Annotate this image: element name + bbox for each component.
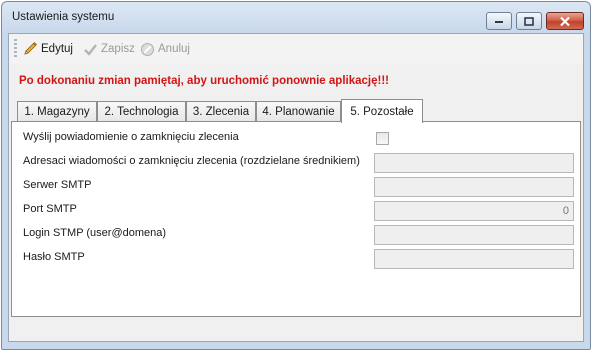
save-button[interactable]: Zapisz xyxy=(83,40,135,58)
smtp-login-label: Login STMP (user@domena) xyxy=(23,227,167,239)
maximize-button[interactable] xyxy=(516,12,542,30)
checkmark-icon xyxy=(84,43,97,56)
cancel-icon xyxy=(141,42,154,56)
cancel-label: Anuluj xyxy=(158,43,190,55)
recipients-label: Adresaci wiadomości o zamknięciu zleceni… xyxy=(23,155,360,167)
smtp-password-field[interactable] xyxy=(374,249,574,269)
cancel-button[interactable]: Anuluj xyxy=(140,40,190,58)
tab-magazyny[interactable]: 1. Magazyny xyxy=(17,101,97,122)
smtp-login-field[interactable] xyxy=(374,225,574,245)
recipients-field[interactable] xyxy=(374,153,574,173)
edit-button[interactable]: Edytuj xyxy=(22,40,73,58)
edit-label: Edytuj xyxy=(41,43,73,55)
smtp-server-field[interactable] xyxy=(374,177,574,197)
toolbar-grip[interactable] xyxy=(14,39,17,57)
toolbar: Edytuj Zapisz Anuluj xyxy=(9,34,583,64)
notify-checkbox[interactable] xyxy=(376,132,389,145)
title-bar[interactable]: Ustawienia systemu xyxy=(2,2,590,32)
restart-warning: Po dokonaniu zmian pamiętaj, aby uruchom… xyxy=(19,75,389,87)
smtp-port-field[interactable]: 0 xyxy=(374,201,574,221)
tab-planowanie[interactable]: 4. Planowanie xyxy=(256,101,341,122)
settings-window: Ustawienia systemu Edytuj Zapisz Anuluj … xyxy=(1,1,591,350)
pencil-icon xyxy=(24,42,37,55)
close-icon xyxy=(560,16,570,26)
notify-label: Wyślij powiadomienie o zamknięciu zlecen… xyxy=(23,131,239,143)
status-bar xyxy=(11,320,581,339)
smtp-port-label: Port SMTP xyxy=(23,203,77,215)
close-button[interactable] xyxy=(546,12,584,30)
maximize-icon xyxy=(524,16,534,26)
smtp-password-label: Hasło SMTP xyxy=(23,251,85,263)
minimize-button[interactable] xyxy=(486,12,512,30)
tab-technologia[interactable]: 2. Technologia xyxy=(97,101,186,122)
window-client-area: Edytuj Zapisz Anuluj Po dokonaniu zmian … xyxy=(8,33,584,342)
tab-panel-pozostale: Wyślij powiadomienie o zamknięciu zlecen… xyxy=(11,121,581,317)
tab-zlecenia[interactable]: 3. Zlecenia xyxy=(186,101,256,122)
minimize-icon xyxy=(495,21,503,23)
window-title: Ustawienia systemu xyxy=(12,11,115,23)
save-label: Zapisz xyxy=(101,43,135,55)
tab-pozostale[interactable]: 5. Pozostałe xyxy=(341,99,423,123)
smtp-server-label: Serwer SMTP xyxy=(23,179,92,191)
